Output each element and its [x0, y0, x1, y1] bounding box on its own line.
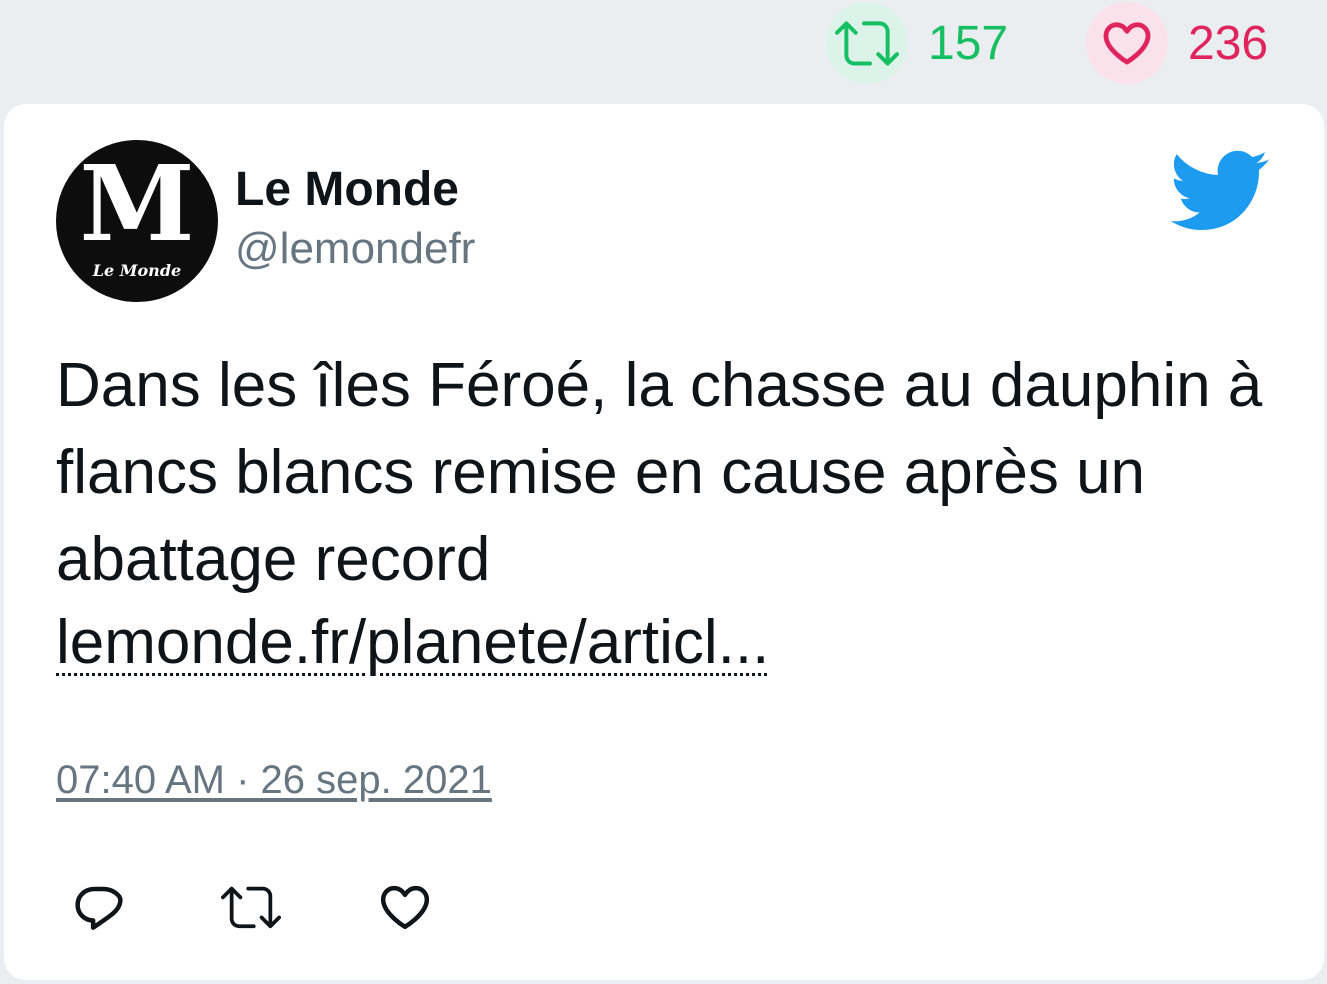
retweet-button[interactable] [216, 872, 286, 942]
avatar-caption: Le Monde [92, 261, 181, 280]
like-count: 236 [1188, 16, 1269, 70]
retweet-icon [221, 886, 281, 929]
reply-icon [75, 886, 123, 930]
twitter-bird-icon[interactable] [1170, 148, 1270, 230]
avatar[interactable]: M Le Monde [56, 140, 218, 302]
reply-button[interactable] [64, 872, 134, 942]
like-stat-circle[interactable] [1086, 2, 1168, 84]
tweet-timestamp[interactable]: 07:40 AM · 26 sep. 2021 [56, 758, 492, 803]
tweet-actions [64, 872, 440, 942]
like-stat[interactable]: 236 [1086, 0, 1268, 86]
tweet-link[interactable]: lemonde.fr/planete/articl... [56, 604, 769, 682]
author-name[interactable]: Le Monde [235, 162, 459, 217]
avatar-logo-letter: M [79, 142, 194, 265]
retweet-count: 157 [928, 16, 1009, 70]
le-monde-logo: M Le Monde [79, 142, 194, 280]
tweet-card: M Le Monde Le Monde @lemondefr Dans les … [4, 104, 1324, 980]
retweet-icon [835, 21, 899, 66]
tweet-text: Dans les îles Féroé, la chasse au dauphi… [56, 351, 1263, 594]
retweet-stat[interactable]: 157 [826, 0, 1008, 86]
heart-icon [380, 885, 430, 930]
author-handle[interactable]: @lemondefr [235, 224, 475, 274]
retweet-stat-circle[interactable] [826, 2, 908, 84]
heart-icon [1103, 22, 1151, 65]
tweet-stats-bar: 157 236 [0, 0, 1327, 100]
like-button[interactable] [370, 872, 440, 942]
